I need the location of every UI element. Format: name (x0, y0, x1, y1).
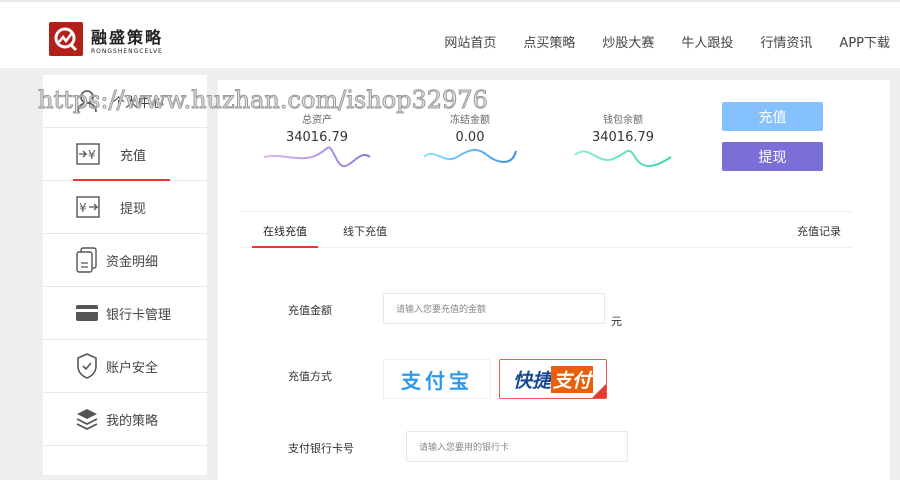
sidebar-item-my-strategies[interactable]: 我的策略 (43, 393, 207, 446)
nav-app-download[interactable]: APP下载 (839, 32, 890, 51)
quick-pay-option[interactable]: 快捷 支付 (499, 359, 607, 399)
recharge-button[interactable]: 充值 (722, 102, 823, 131)
svg-text:¥: ¥ (88, 148, 96, 162)
method-label: 充值方式 (288, 370, 332, 383)
stat-label: 钱包余额 (603, 115, 643, 126)
sidebar-item-label: 提现 (120, 201, 147, 217)
stat-total-assets: 总资产 34016.79 (247, 111, 387, 173)
stat-wallet-balance: 钱包余额 34016.79 (553, 111, 693, 175)
svg-text:¥: ¥ (79, 201, 87, 215)
nav-follow[interactable]: 牛人跟投 (681, 32, 733, 51)
logo-subtitle: RONGSHENGCELVE (91, 47, 163, 55)
sidebar-item-label: 账户安全 (106, 360, 159, 376)
withdraw-button[interactable]: 提现 (722, 142, 823, 171)
tab-offline-recharge[interactable]: 线下充值 (343, 223, 387, 239)
logo[interactable]: 融盛策略 RONGSHENGCELVE (49, 22, 163, 56)
recharge-tabs: 在线充值 线下充值 充值记录 (241, 211, 852, 248)
quick-pay-logo-a: 快捷 (512, 369, 551, 392)
bank-card-icon (76, 305, 98, 321)
unit-label: 元 (611, 315, 622, 328)
stat-label: 冻结金额 (450, 115, 490, 126)
stat-value: 0.00 (455, 130, 485, 145)
wave-decoration (263, 146, 371, 168)
selected-check-icon (592, 384, 606, 398)
quick-pay-logo-b: 支付 (551, 365, 594, 393)
nav-buy-strategy[interactable]: 点买策略 (523, 32, 575, 51)
amount-label: 充值金额 (288, 304, 332, 317)
recharge-records-link[interactable]: 充值记录 (797, 223, 841, 239)
logo-icon (49, 22, 83, 56)
user-icon (77, 90, 97, 113)
sidebar: 个人中心 ¥ 充值 ¥ 提现 资金明细 银行卡管理 账户安全 我的策略 (43, 75, 207, 475)
sidebar-item-label: 银行卡管理 (106, 307, 172, 323)
stat-frozen: 冻结金额 0.00 (400, 111, 540, 173)
wave-decoration (423, 149, 517, 163)
shield-icon (77, 353, 97, 379)
document-icon (76, 247, 97, 273)
sidebar-item-fund-details[interactable]: 资金明细 (43, 234, 207, 287)
sidebar-item-bank-cards[interactable]: 银行卡管理 (43, 287, 207, 340)
sidebar-item-label: 个人中心 (112, 95, 165, 111)
sidebar-item-recharge[interactable]: ¥ 充值 (43, 128, 207, 181)
nav-home[interactable]: 网站首页 (444, 32, 496, 51)
sidebar-item-profile[interactable]: 个人中心 (43, 75, 207, 128)
layers-icon (76, 409, 98, 430)
recharge-panel: 总资产 34016.79 冻结金额 0.00 钱包余额 34016.79 充值 … (218, 80, 890, 480)
withdraw-icon: ¥ (76, 196, 100, 218)
stat-value: 34016.79 (591, 130, 655, 145)
nav-contest[interactable]: 炒股大赛 (602, 32, 654, 51)
amount-input[interactable]: 请输入您要充值的金额 (383, 293, 605, 324)
sidebar-item-withdraw[interactable]: ¥ 提现 (43, 181, 207, 234)
sidebar-item-label: 充值 (120, 148, 147, 164)
sidebar-item-label: 我的策略 (106, 413, 159, 429)
nav-news[interactable]: 行情资讯 (760, 32, 812, 51)
bank-card-input[interactable]: 请输入您要用的银行卡 (406, 431, 628, 462)
card-label: 支付银行卡号 (288, 442, 354, 455)
stat-label: 总资产 (302, 115, 332, 126)
alipay-option[interactable]: 支付宝 (383, 359, 491, 399)
wave-decoration (574, 149, 672, 167)
sidebar-item-account-security[interactable]: 账户安全 (43, 340, 207, 393)
main-nav: 网站首页 点买策略 炒股大赛 牛人跟投 行情资讯 APP下载 (417, 32, 890, 51)
tab-online-recharge[interactable]: 在线充值 (252, 223, 318, 248)
header: 融盛策略 RONGSHENGCELVE 网站首页 点买策略 炒股大赛 牛人跟投 … (0, 0, 900, 68)
recharge-icon: ¥ (76, 143, 100, 165)
stat-value: 34016.79 (285, 130, 349, 145)
alipay-logo: 支付宝 (401, 368, 473, 393)
logo-name: 融盛策略 (91, 27, 164, 47)
sidebar-item-label: 资金明细 (106, 254, 159, 270)
